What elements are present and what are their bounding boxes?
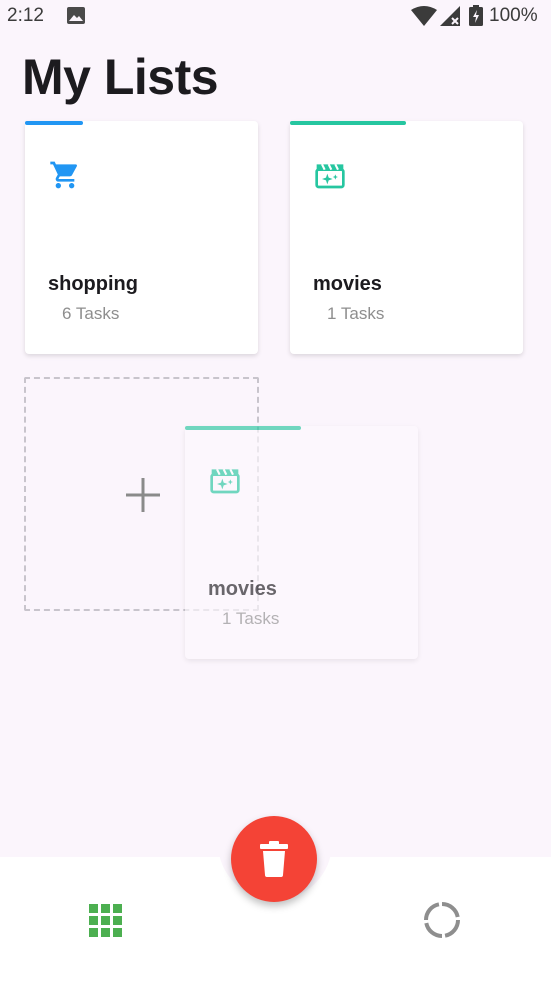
card-title: movies bbox=[313, 273, 382, 295]
status-bar: 2:12 100% bbox=[0, 0, 551, 34]
card-task-count: 1 Tasks bbox=[222, 609, 280, 628]
shopping-cart-icon bbox=[50, 161, 78, 189]
page-title: My Lists bbox=[22, 49, 219, 105]
battery-percent: 100% bbox=[489, 5, 538, 26]
battery-charging-icon bbox=[469, 5, 483, 26]
card-task-count: 6 Tasks bbox=[62, 304, 120, 323]
image-notification-icon bbox=[67, 7, 85, 24]
card-task-count: 1 Tasks bbox=[327, 304, 385, 323]
list-card-shopping[interactable]: shopping 6 Tasks bbox=[25, 121, 258, 354]
movie-clapper-icon bbox=[210, 468, 240, 494]
card-accent-bar bbox=[185, 426, 301, 430]
card-accent-bar bbox=[290, 121, 406, 125]
wifi-icon bbox=[411, 6, 437, 26]
progress-ring-icon[interactable] bbox=[422, 900, 462, 940]
trash-icon bbox=[260, 841, 288, 877]
dragging-list-card[interactable]: movies 1 Tasks bbox=[185, 426, 418, 659]
signal-icon bbox=[440, 6, 460, 26]
status-time: 2:12 bbox=[7, 5, 44, 26]
card-title: movies bbox=[208, 578, 277, 600]
delete-fab-button[interactable] bbox=[231, 816, 317, 902]
card-accent-bar bbox=[25, 121, 83, 125]
movie-clapper-icon bbox=[315, 163, 345, 189]
grid-icon[interactable] bbox=[89, 904, 122, 937]
list-card-movies[interactable]: movies 1 Tasks bbox=[290, 121, 523, 354]
plus-icon bbox=[126, 478, 160, 512]
card-title: shopping bbox=[48, 273, 138, 295]
